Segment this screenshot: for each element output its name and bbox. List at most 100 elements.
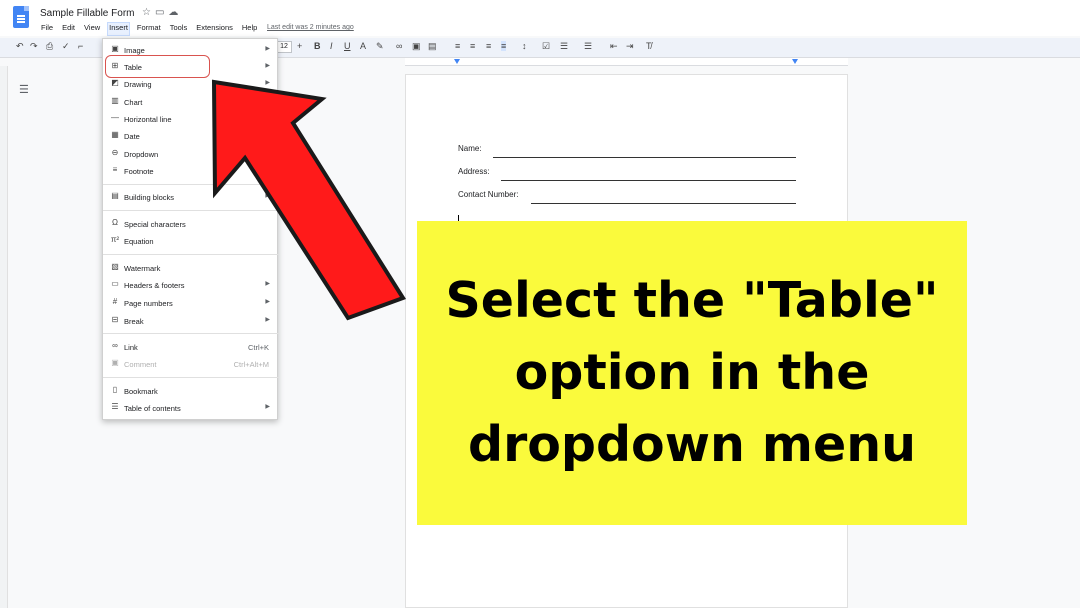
submenu-arrow-icon: ▶ <box>265 299 270 305</box>
bookmark-icon: ▯ <box>112 385 118 394</box>
comment-icon: ▣ <box>111 358 119 367</box>
align-left-icon[interactable]: ≡ <box>455 41 460 51</box>
title-bar: Sample Fillable Form ☆▭☁ File Edit View … <box>0 0 1080 36</box>
name-line <box>493 157 796 158</box>
italic-icon[interactable]: I <box>330 41 333 51</box>
docs-logo-icon[interactable] <box>13 6 29 28</box>
page-break-icon: ⊟ <box>111 315 119 324</box>
undo-icon[interactable]: ↶ <box>16 41 24 52</box>
pi-icon: π² <box>110 235 120 244</box>
document-outline-icon[interactable]: ☰ <box>19 83 29 96</box>
star-icon[interactable]: ☆ <box>142 7 155 18</box>
menu-divider <box>103 210 279 211</box>
footnote-icon: ≡ <box>112 165 118 174</box>
last-edit-link[interactable]: Last edit was 2 minutes ago <box>267 24 354 31</box>
menu-edit[interactable]: Edit <box>61 23 76 35</box>
menu-item-link[interactable]: ∞ Link Ctrl+K <box>103 339 279 355</box>
cloud-icon[interactable]: ☁ <box>168 7 182 18</box>
menu-item-building-blocks[interactable]: ▤ Building blocks ▶ <box>103 189 279 205</box>
horizontal-line-icon: — <box>111 113 119 122</box>
watermark-icon: ▧ <box>111 262 119 271</box>
clear-formatting-icon[interactable]: T̸ <box>646 41 652 51</box>
submenu-arrow-icon: ▶ <box>265 63 270 69</box>
contact-number-line <box>531 203 796 204</box>
submenu-arrow-icon: ▶ <box>265 193 270 199</box>
menu-item-dropdown[interactable]: ⊖ Dropdown <box>103 146 279 162</box>
print-icon[interactable]: ⎙ <box>46 41 53 52</box>
menu-item-date[interactable]: ▦ Date <box>103 128 279 144</box>
headers-footers-icon: ▭ <box>111 279 119 288</box>
address-label: Address: <box>458 167 490 176</box>
left-indent-marker[interactable] <box>454 59 460 64</box>
menu-item-chart[interactable]: ▥ Chart <box>103 94 279 110</box>
menu-help[interactable]: Help <box>241 23 258 35</box>
menu-item-horizontal-line[interactable]: — Horizontal line <box>103 111 279 127</box>
checklist-icon[interactable]: ☑ <box>542 41 550 52</box>
dropdown-icon: ⊖ <box>111 148 119 157</box>
menu-divider <box>103 184 279 185</box>
redo-icon[interactable]: ↷ <box>30 41 38 52</box>
menu-extensions[interactable]: Extensions <box>195 23 234 35</box>
link-shortcut: Ctrl+K <box>247 343 269 352</box>
align-center-icon[interactable]: ≡ <box>470 41 475 51</box>
font-size-increase-icon[interactable]: + <box>297 41 302 51</box>
menu-view[interactable]: View <box>83 23 101 35</box>
menu-item-footnote[interactable]: ≡ Footnote <box>103 163 279 179</box>
menu-format[interactable]: Format <box>136 23 162 35</box>
spellcheck-icon[interactable]: ✓ <box>62 41 70 52</box>
underline-icon[interactable]: U <box>344 41 351 51</box>
highlight-color-icon[interactable]: ✎ <box>376 41 384 52</box>
menu-item-break[interactable]: ⊟ Break ▶ <box>103 313 279 329</box>
menu-divider <box>103 377 279 378</box>
numbered-list-icon[interactable]: ☰ <box>584 41 592 52</box>
hash-icon: # <box>112 297 118 306</box>
increase-indent-icon[interactable]: ⇥ <box>626 41 634 52</box>
menu-insert[interactable]: Insert <box>107 22 130 36</box>
callout-text: Select the "Table" option in the dropdow… <box>445 272 939 473</box>
align-right-icon[interactable]: ≡ <box>486 41 491 51</box>
address-line <box>501 180 796 181</box>
image-icon[interactable]: ▤ <box>428 41 437 52</box>
chart-icon: ▥ <box>111 96 119 105</box>
line-spacing-icon[interactable]: ↕ <box>522 41 527 51</box>
bold-icon[interactable]: B <box>314 41 321 51</box>
menu-item-page-numbers[interactable]: # Page numbers ▶ <box>103 295 279 311</box>
comment-icon[interactable]: ▣ <box>412 41 421 52</box>
image-icon: ▣ <box>111 44 119 53</box>
name-label: Name: <box>458 144 482 153</box>
menu-item-special-characters[interactable]: Ω Special characters <box>103 216 279 232</box>
contact-number-label: Contact Number: <box>458 190 519 199</box>
bulleted-list-icon[interactable]: ☰ <box>560 41 568 52</box>
submenu-arrow-icon: ▶ <box>265 80 270 86</box>
right-indent-marker[interactable] <box>792 59 798 64</box>
menu-bar: File Edit View Insert Format Tools Exten… <box>40 22 265 36</box>
menu-item-headers-footers[interactable]: ▭ Headers & footers ▶ <box>103 277 279 293</box>
move-folder-icon[interactable]: ▭ <box>155 7 168 18</box>
link-icon: ∞ <box>112 341 118 350</box>
menu-item-drawing[interactable]: ◩ Drawing ▶ <box>103 76 279 92</box>
horizontal-ruler <box>405 58 848 66</box>
paint-format-icon[interactable]: ⌐ <box>78 41 83 51</box>
menu-divider <box>103 254 279 255</box>
submenu-arrow-icon: ▶ <box>265 281 270 287</box>
title-icons: ☆▭☁ <box>142 7 182 18</box>
justify-icon[interactable]: ≡ <box>501 41 507 51</box>
menu-divider <box>103 333 279 334</box>
menu-file[interactable]: File <box>40 23 54 35</box>
instruction-callout: Select the "Table" option in the dropdow… <box>417 221 967 525</box>
menu-item-watermark[interactable]: ▧ Watermark <box>103 260 279 276</box>
link-icon[interactable]: ∞ <box>396 41 402 51</box>
submenu-arrow-icon: ▶ <box>265 404 270 410</box>
menu-item-bookmark[interactable]: ▯ Bookmark <box>103 383 279 399</box>
menu-tools[interactable]: Tools <box>169 23 189 35</box>
menu-item-equation[interactable]: π² Equation <box>103 233 279 249</box>
document-title[interactable]: Sample Fillable Form <box>40 8 134 19</box>
building-blocks-icon: ▤ <box>111 191 119 200</box>
submenu-arrow-icon: ▶ <box>265 317 270 323</box>
drawing-icon: ◩ <box>111 78 119 87</box>
decrease-indent-icon[interactable]: ⇤ <box>610 41 618 52</box>
table-of-contents-icon: ☰ <box>111 402 119 411</box>
menu-item-comment: ▣ Comment Ctrl+Alt+M <box>111 358 269 369</box>
menu-item-table-of-contents[interactable]: ☰ Table of contents ▶ <box>103 400 279 416</box>
text-color-icon[interactable]: A <box>360 41 366 51</box>
